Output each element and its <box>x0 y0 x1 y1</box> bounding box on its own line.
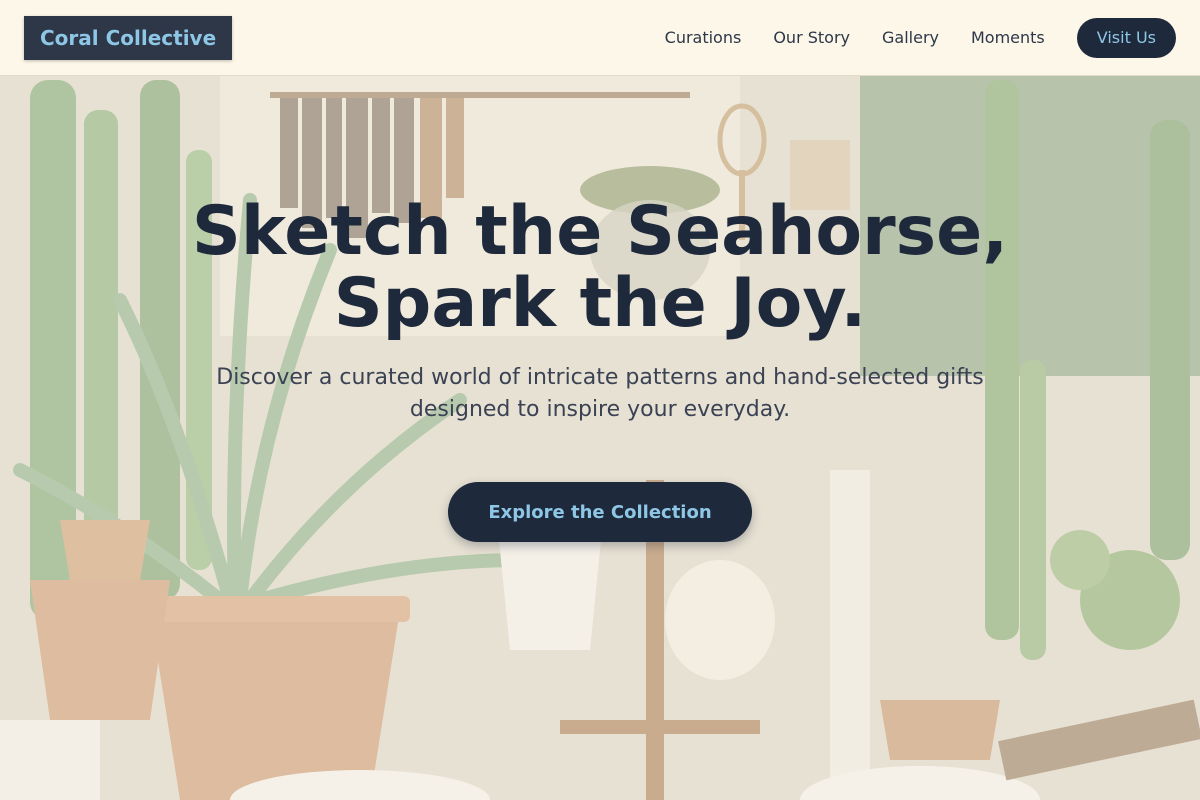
hero-section: Sketch the Seahorse, Spark the Joy. Disc… <box>0 76 1200 800</box>
nav-link-curations[interactable]: Curations <box>665 28 742 47</box>
hero-subtitle: Discover a curated world of intricate pa… <box>216 365 984 422</box>
visit-us-button[interactable]: Visit Us <box>1076 17 1176 58</box>
main-nav: Curations Our Story Gallery Moments Visi… <box>665 17 1176 58</box>
nav-link-our-story[interactable]: Our Story <box>773 28 850 47</box>
explore-collection-button[interactable]: Explore the Collection <box>448 482 752 542</box>
brand-logo[interactable]: Coral Collective <box>24 15 233 60</box>
nav-link-gallery[interactable]: Gallery <box>882 28 939 47</box>
hero-title: Sketch the Seahorse, Spark the Joy. <box>191 192 1009 343</box>
site-header: Coral Collective Curations Our Story Gal… <box>0 0 1200 76</box>
nav-link-moments[interactable]: Moments <box>971 28 1045 47</box>
